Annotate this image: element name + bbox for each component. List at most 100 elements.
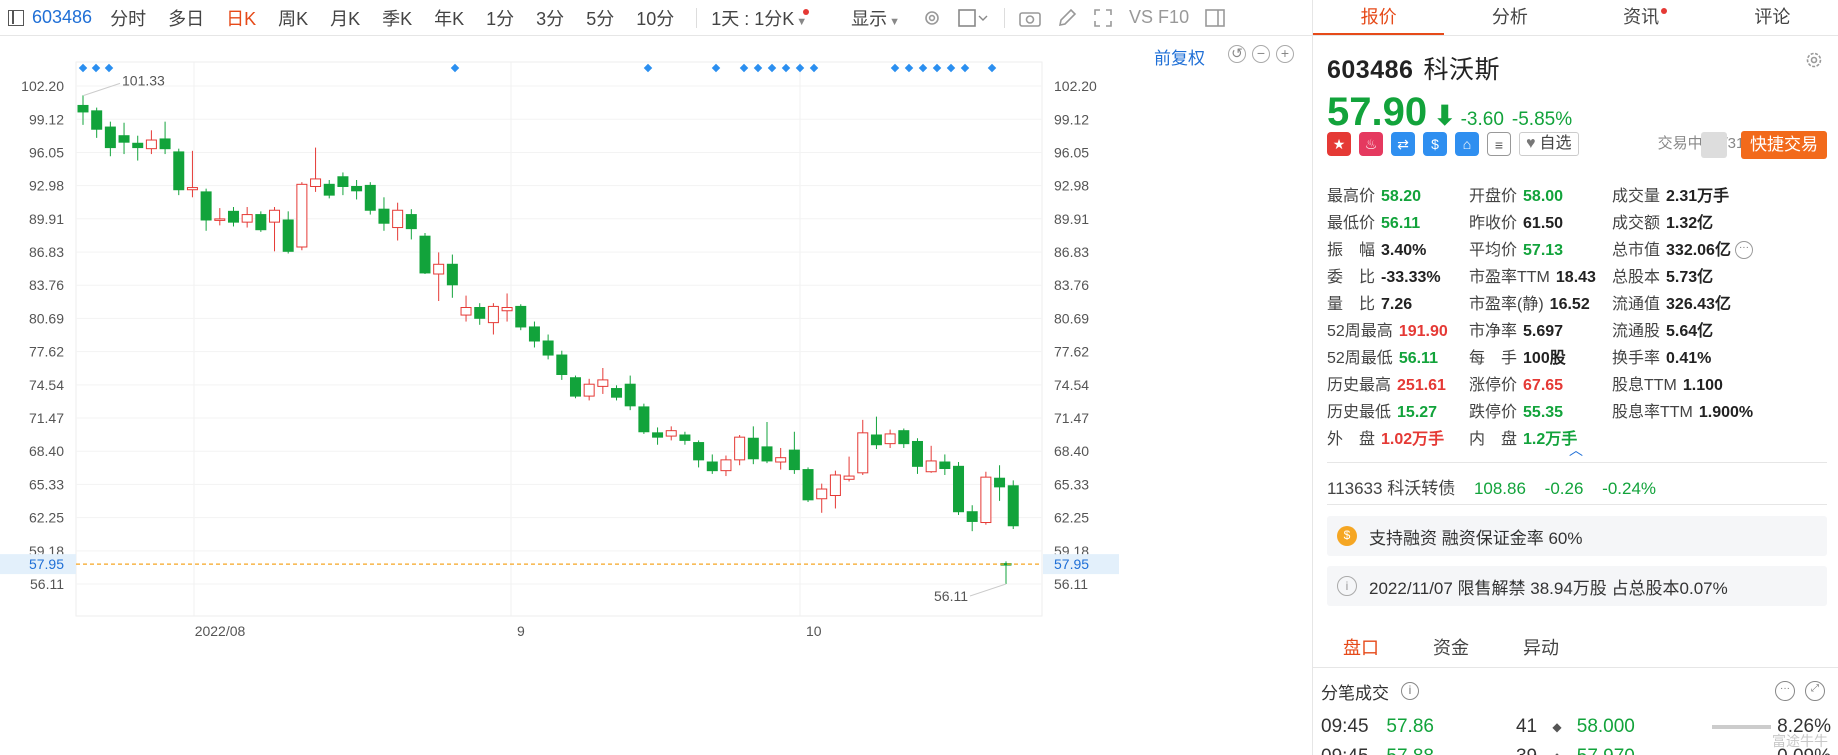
period-tab-5min[interactable]: 5分 [586, 5, 614, 31]
margin-notice[interactable]: $ 支持融资 融资保证金率 60% [1327, 516, 1827, 556]
stat-cell: 成交量 2.31万手 [1612, 182, 1780, 206]
stat-cell: 总市值 332.06亿 ··· [1612, 236, 1780, 260]
candle-down [542, 340, 554, 356]
kline-chart[interactable]: 102.20 102.20 99.12 99.12 96.05 96.05 92.98 92.… [0, 36, 1312, 755]
stock-title: 603486 科沃斯 [1327, 50, 1826, 86]
low-annotation: 56.11 [934, 588, 968, 604]
more-icon[interactable]: ··· [1734, 241, 1753, 260]
convertible-bond-row[interactable]: 113633 科沃转债 108.86 -0.26 -0.24% [1327, 474, 1656, 499]
tag-icon[interactable]: ⌂ [1455, 132, 1479, 156]
trade-time: 09:45 [1321, 746, 1386, 755]
info-icon[interactable]: i [1401, 682, 1419, 700]
period-tab-quarterly[interactable]: 季K [382, 5, 412, 31]
stat-label: 最低价 [1327, 214, 1376, 232]
cn-flag-icon[interactable]: ★ [1327, 132, 1351, 156]
kline-chart-canvas[interactable]: 102.20 102.20 99.12 99.12 96.05 96.05 92.98 92.… [0, 36, 1312, 755]
event-marker [904, 63, 914, 73]
settings-gear-icon[interactable] [922, 8, 942, 28]
period-tab-weekly[interactable]: 周K [278, 5, 308, 31]
stat-value: 2.31万手 [1666, 187, 1730, 205]
candle-up [296, 183, 308, 248]
price-tick-left: 102.20 [21, 78, 64, 94]
date-label: 10 [806, 623, 822, 639]
candle-up [884, 433, 896, 445]
bond-price: 108.86 [1473, 479, 1526, 498]
stat-cell: 换手率 0.41% [1612, 344, 1780, 368]
period-tab-timeshare[interactable]: 分时 [110, 5, 146, 31]
chevron-down-icon: ▼ [796, 15, 808, 28]
interval-select[interactable]: 1天 : 1分K ▼ [711, 5, 813, 31]
hot-icon[interactable]: ♨ [1359, 132, 1383, 156]
settings-gear-icon[interactable] [1804, 50, 1824, 70]
period-tab-monthly[interactable]: 月K [330, 5, 360, 31]
tab-analysis[interactable]: 分析 [1444, 0, 1575, 35]
compare-f10-button[interactable]: VS F10 [1129, 7, 1189, 28]
quote-stats-grid: 最高价 58.20 开盘价 58.00 成交量 2.31万手 最低价 56.11 昨收价 61.5… [1327, 180, 1827, 450]
tab-comments[interactable]: 评论 [1707, 0, 1838, 35]
stat-value: 61.50 [1523, 214, 1564, 232]
shuffle-icon[interactable]: ⇄ [1391, 132, 1415, 156]
trade-row: 09:45 57.86 41 ◆ 58.000 8.26% [1321, 712, 1831, 742]
event-marker [643, 63, 653, 73]
price-tick-right: 86.83 [1054, 244, 1089, 260]
tick-trades-actions: ··· ⤢ [1775, 681, 1825, 701]
quote-tabs: 报价 分析 资讯 评论 [1313, 0, 1838, 36]
tab-capital[interactable]: 资金 [1409, 628, 1493, 667]
tab-quote[interactable]: 报价 [1313, 0, 1445, 35]
period-tab-3min[interactable]: 3分 [536, 5, 564, 31]
alert-bell-icon[interactable] [1701, 132, 1727, 158]
tick-trades-list: 09:4557.8641◆58.0008.26%09:4557.8839◆57.… [1321, 712, 1831, 755]
period-tab-yearly[interactable]: 年K [434, 5, 464, 31]
more-icon[interactable]: ··· [1775, 681, 1795, 701]
stat-label: 市盈率TTM [1469, 268, 1550, 286]
orderbook-tabs: 盘口 资金 异动 [1313, 628, 1838, 668]
zoom-in-icon[interactable]: + [1276, 45, 1294, 63]
candle-down [446, 263, 458, 286]
margin-notice-text: 支持融资 融资保证金率 60% [1369, 528, 1583, 548]
current-price-label-left: 57.95 [29, 556, 64, 572]
candle-down [652, 432, 664, 438]
stat-label: 外 盘 [1327, 430, 1376, 448]
candle-down [898, 430, 910, 445]
candle-down [1007, 485, 1019, 527]
zoom-out-icon[interactable]: − [1252, 45, 1270, 63]
price-row: 57.90 ⬇ -3.60 -5.85% [1327, 90, 1826, 135]
tab-orderbook[interactable]: 盘口 [1319, 628, 1403, 667]
dollar-icon[interactable]: $ [1423, 132, 1447, 156]
candle-down [91, 110, 103, 130]
stat-value: 1.32亿 [1666, 214, 1714, 232]
tab-news[interactable]: 资讯 [1576, 0, 1707, 35]
period-tab-10min[interactable]: 10分 [636, 5, 674, 31]
candle-up [487, 305, 499, 324]
period-tab-multiday[interactable]: 多日 [168, 5, 204, 31]
candle-up [720, 459, 732, 472]
candle-down [994, 477, 1006, 488]
candle-down [870, 434, 882, 446]
quick-trade-button[interactable]: 快捷交易 [1741, 131, 1827, 159]
tab-movements[interactable]: 异动 [1499, 628, 1583, 667]
stat-label: 内 盘 [1469, 430, 1518, 448]
undo-icon[interactable]: ↺ [1228, 45, 1246, 63]
stat-cell: 股息率TTM 1.900% [1612, 398, 1780, 422]
panel-toggle-icon[interactable] [1205, 8, 1225, 28]
adjust-mode-button[interactable]: 前复权 [1154, 44, 1205, 69]
candle-down [747, 437, 759, 460]
unlock-notice-text: 2022/11/07 限售解禁 38.94万股 占总股本0.07% [1369, 578, 1728, 598]
price-tick-left: 83.76 [29, 277, 64, 293]
chevron-up-icon[interactable]: ︿ [1569, 440, 1583, 460]
stat-label: 每 手 [1469, 349, 1518, 367]
fullscreen-icon[interactable] [1093, 8, 1113, 28]
period-tab-1min[interactable]: 1分 [486, 5, 514, 31]
layout-square-icon[interactable] [958, 8, 988, 28]
sidebar-toggle-icon[interactable] [8, 9, 24, 26]
pencil-icon[interactable] [1057, 8, 1077, 28]
unlock-notice[interactable]: i 2022/11/07 限售解禁 38.94万股 占总股本0.07% [1327, 566, 1827, 606]
display-select[interactable]: 显示 ▼ [851, 5, 900, 31]
note-icon[interactable]: ≡ [1487, 132, 1511, 156]
expand-icon[interactable]: ⤢ [1805, 681, 1825, 701]
camera-icon[interactable] [1019, 8, 1041, 28]
stat-cell: 股息TTM 1.100 [1612, 371, 1780, 395]
period-tab-daily[interactable]: 日K [226, 5, 256, 31]
add-watchlist-button[interactable]: ♥ 自选 [1519, 132, 1579, 156]
event-marker [753, 63, 763, 73]
